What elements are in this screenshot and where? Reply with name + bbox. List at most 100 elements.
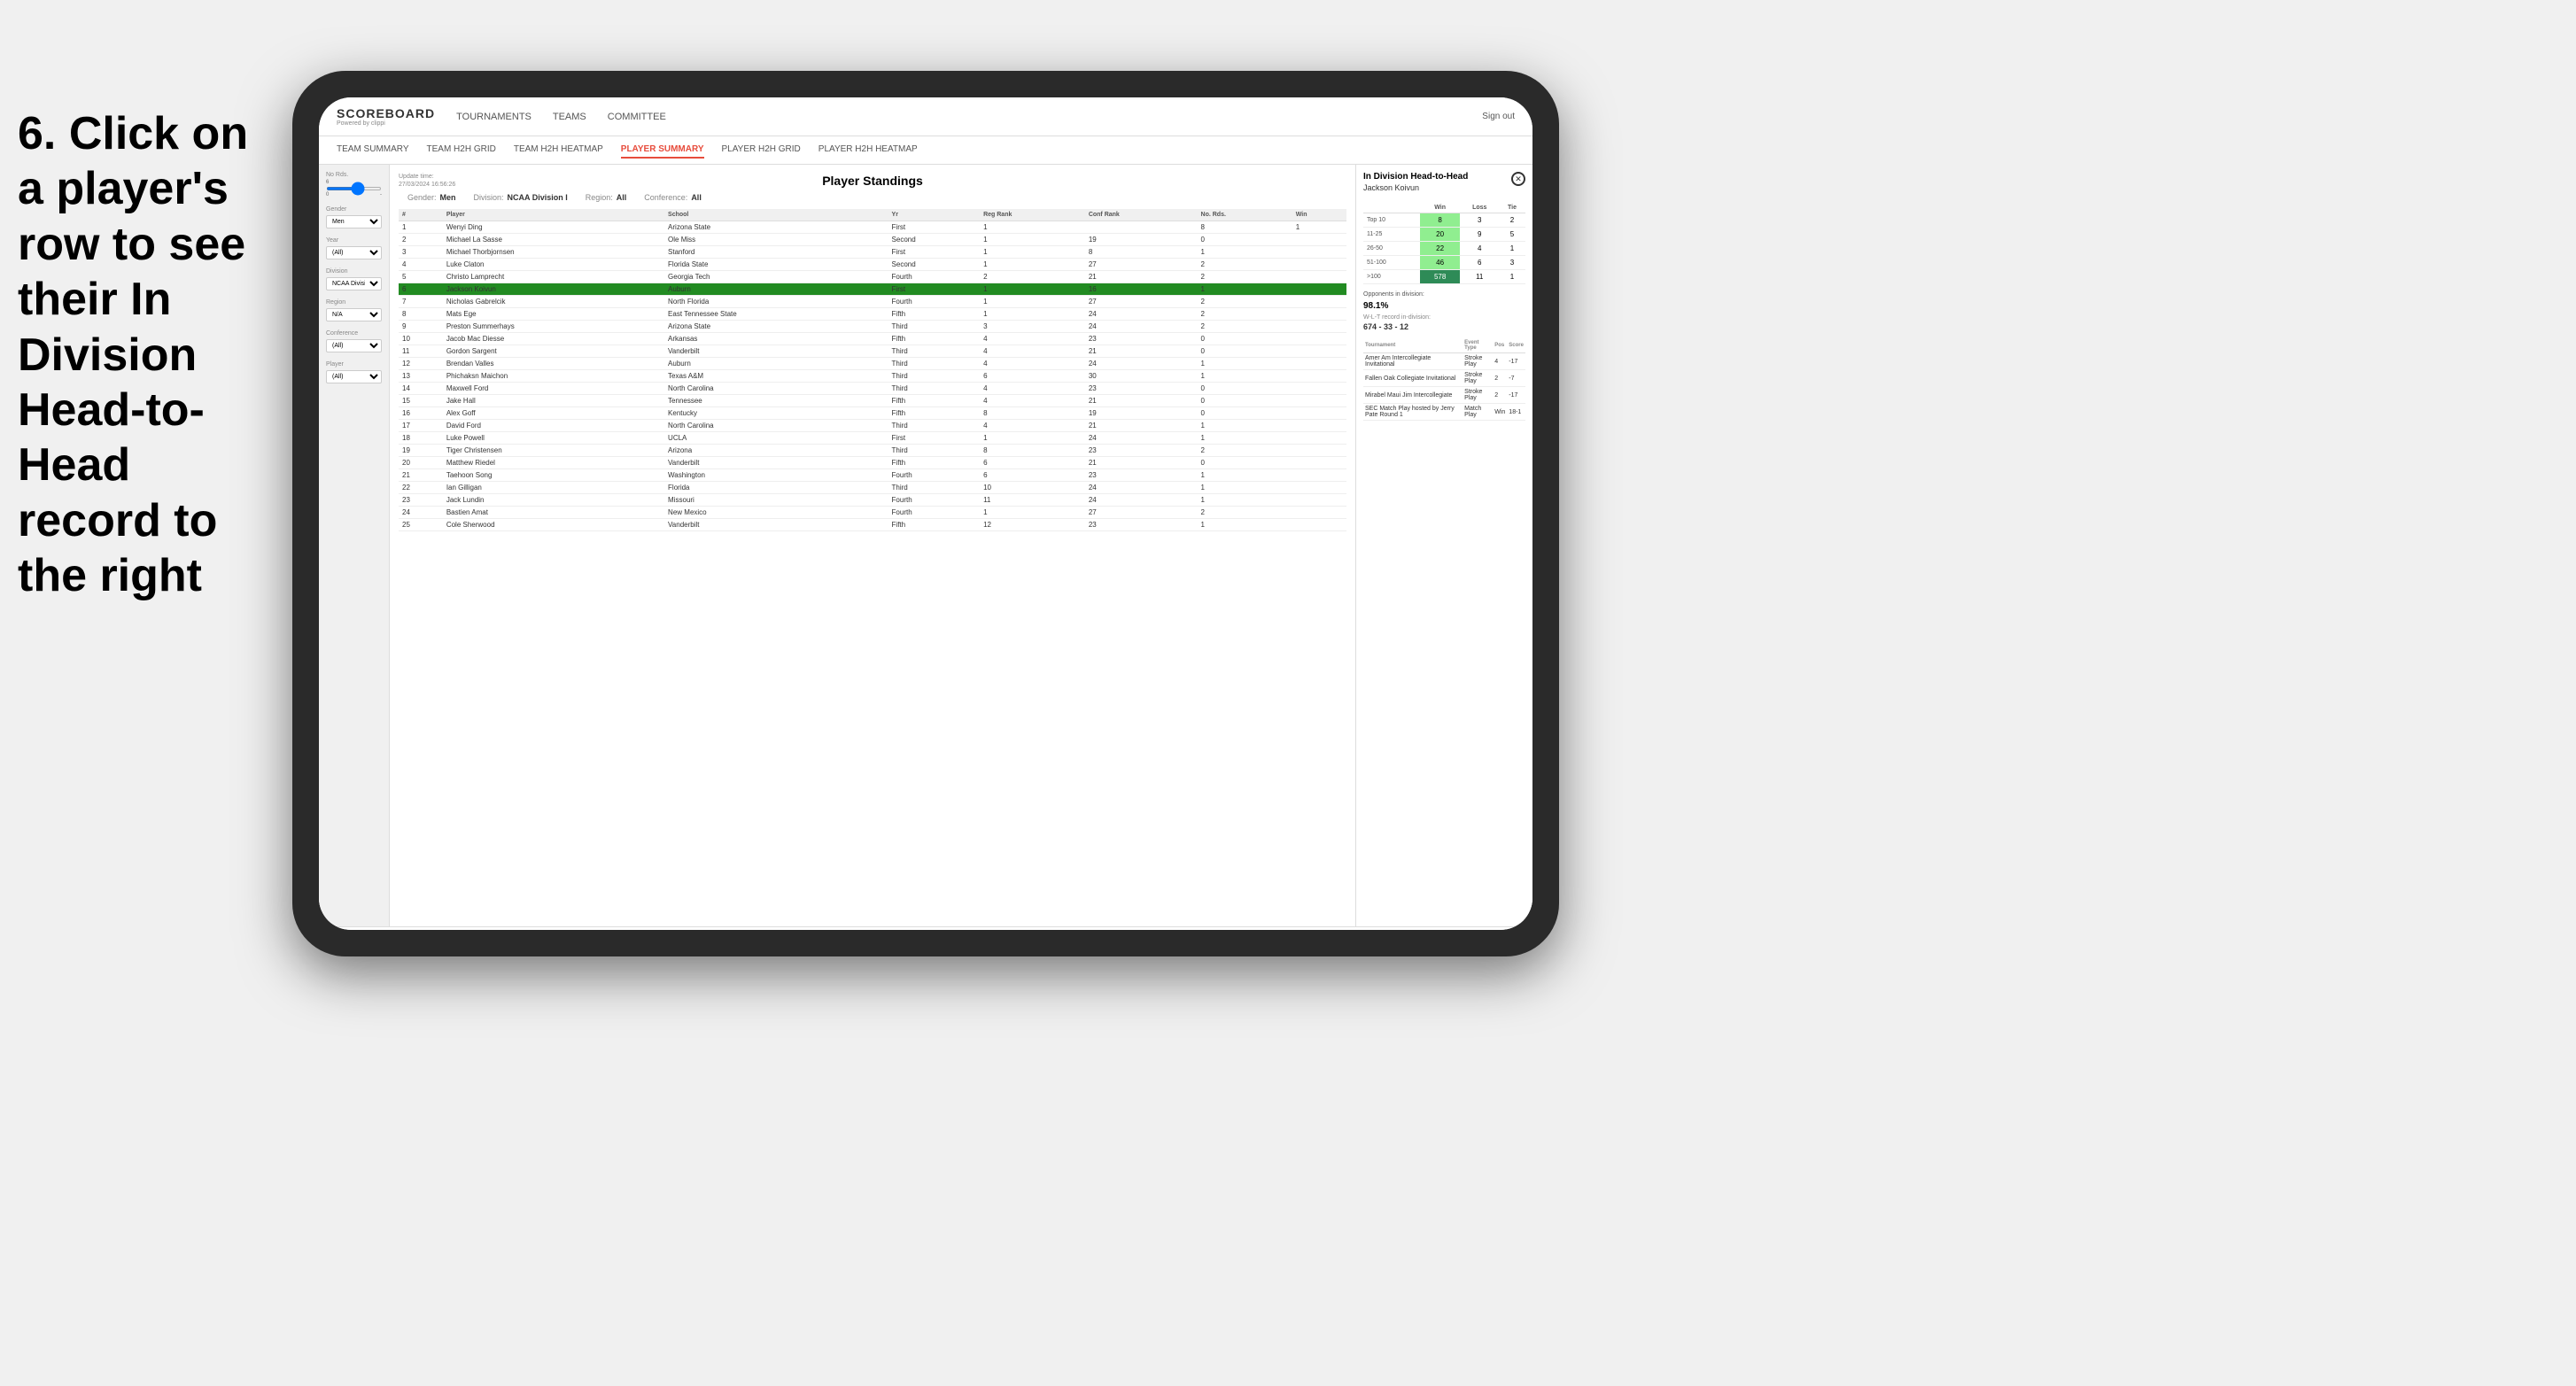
table-row[interactable]: 22 Ian Gilligan Florida Third 10 24 1 (399, 482, 1346, 494)
player-select[interactable]: (All) (326, 370, 382, 383)
gender-select[interactable]: Men (326, 215, 382, 228)
tablet-screen: SCOREBOARD Powered by clippi TOURNAMENTS… (319, 97, 1532, 930)
division-select[interactable]: NCAA Division I (326, 277, 382, 290)
table-row[interactable]: 14 Maxwell Ford North Carolina Third 4 2… (399, 383, 1346, 395)
cell-school: Florida (664, 482, 888, 494)
table-row[interactable]: 6 Jackson Koivun Auburn First 1 16 1 (399, 283, 1346, 296)
cell-win (1292, 358, 1346, 370)
cell-win (1292, 407, 1346, 420)
table-row[interactable]: 13 Phichaksn Maichon Texas A&M Third 6 3… (399, 370, 1346, 383)
table-row[interactable]: 24 Bastien Amat New Mexico Fourth 1 27 2 (399, 507, 1346, 519)
cell-win (1292, 296, 1346, 308)
tab-player-h2h-grid[interactable]: PLAYER H2H GRID (722, 142, 801, 159)
nav-tournaments[interactable]: TOURNAMENTS (456, 108, 531, 126)
cell-num: 9 (399, 321, 443, 333)
cell-reg: 6 (980, 370, 1085, 383)
wlt-value: 674 - 33 - 12 (1363, 322, 1525, 331)
table-row[interactable]: 21 Taehoon Song Washington Fourth 6 23 1 (399, 469, 1346, 482)
table-row[interactable]: 17 David Ford North Carolina Third 4 21 … (399, 420, 1346, 432)
table-row[interactable]: 20 Matthew Riedel Vanderbilt Fifth 6 21 … (399, 457, 1346, 469)
tab-player-summary[interactable]: PLAYER SUMMARY (621, 142, 704, 159)
table-row[interactable]: 1 Wenyi Ding Arizona State First 1 8 1 (399, 221, 1346, 234)
cell-num: 5 (399, 271, 443, 283)
main-content: No Rds. 6 0- Gender Men Year (319, 165, 1532, 926)
cell-rds: 0 (1198, 333, 1292, 345)
cell-player: Christo Lamprecht (443, 271, 664, 283)
opponents-row: Opponents in division: (1363, 291, 1525, 298)
cell-win (1292, 482, 1346, 494)
h2h-col-tie: Tie (1499, 203, 1525, 213)
h2h-win-cell: 22 (1420, 242, 1461, 256)
cell-conf: 24 (1085, 358, 1198, 370)
cell-rds: 2 (1198, 321, 1292, 333)
tab-team-h2h-heatmap[interactable]: TEAM H2H HEATMAP (514, 142, 603, 159)
tab-team-summary[interactable]: TEAM SUMMARY (337, 142, 409, 159)
cell-win (1292, 507, 1346, 519)
cell-yr: Third (888, 420, 981, 432)
no-rds-slider[interactable]: 6 0- (326, 180, 382, 197)
region-select[interactable]: N/A (326, 308, 382, 321)
table-row[interactable]: 7 Nicholas Gabrelcik North Florida Fourt… (399, 296, 1346, 308)
table-row[interactable]: 18 Luke Powell UCLA First 1 24 1 (399, 432, 1346, 445)
cell-yr: Third (888, 383, 981, 395)
h2h-tie-cell: 2 (1499, 213, 1525, 228)
h2h-row-label: 11-25 (1363, 228, 1420, 242)
table-row[interactable]: 10 Jacob Mac Diesse Arkansas Fifth 4 23 … (399, 333, 1346, 345)
cell-num: 12 (399, 358, 443, 370)
conference-select[interactable]: (All) (326, 339, 382, 352)
year-select[interactable]: (All) (326, 246, 382, 259)
division-filter-group: Division NCAA Division I (326, 268, 382, 290)
cell-school: New Mexico (664, 507, 888, 519)
col-num: # (399, 209, 443, 221)
nav-committee[interactable]: COMMITTEE (608, 108, 666, 126)
table-row[interactable]: 11 Gordon Sargent Vanderbilt Third 4 21 … (399, 345, 1346, 358)
cell-conf: 27 (1085, 296, 1198, 308)
tab-player-h2h-heatmap[interactable]: PLAYER H2H HEATMAP (819, 142, 918, 159)
table-row[interactable]: 25 Cole Sherwood Vanderbilt Fifth 12 23 … (399, 519, 1346, 531)
table-row[interactable]: 19 Tiger Christensen Arizona Third 8 23 … (399, 445, 1346, 457)
h2h-row-label: Top 10 (1363, 213, 1420, 228)
tourn-score: -7 (1507, 370, 1525, 387)
table-row[interactable]: 2 Michael La Sasse Ole Miss Second 1 19 … (399, 234, 1346, 246)
gender-filter-label: Gender (326, 206, 382, 213)
cell-player: Nicholas Gabrelcik (443, 296, 664, 308)
table-row[interactable]: 3 Michael Thorbjornsen Stanford First 1 … (399, 246, 1346, 259)
cell-num: 15 (399, 395, 443, 407)
tournament-row: Fallen Oak Collegiate Invitational Strok… (1363, 370, 1525, 387)
cell-rds: 2 (1198, 507, 1292, 519)
cell-school: Arizona (664, 445, 888, 457)
tourn-score: 18-1 (1507, 404, 1525, 421)
cell-win (1292, 259, 1346, 271)
col-yr: Yr (888, 209, 981, 221)
tab-team-h2h-grid[interactable]: TEAM H2H GRID (427, 142, 496, 159)
cell-player: Ian Gilligan (443, 482, 664, 494)
cell-reg: 4 (980, 395, 1085, 407)
table-row[interactable]: 4 Luke Claton Florida State Second 1 27 … (399, 259, 1346, 271)
cell-conf (1085, 221, 1198, 234)
tourn-type: Stroke Play (1463, 353, 1493, 370)
table-row[interactable]: 9 Preston Summerhays Arizona State Third… (399, 321, 1346, 333)
table-row[interactable]: 16 Alex Goff Kentucky Fifth 8 19 0 (399, 407, 1346, 420)
nav-teams[interactable]: TEAMS (553, 108, 586, 126)
col-no-rds: No. Rds. (1198, 209, 1292, 221)
table-row[interactable]: 5 Christo Lamprecht Georgia Tech Fourth … (399, 271, 1346, 283)
cell-num: 2 (399, 234, 443, 246)
cell-rds: 2 (1198, 259, 1292, 271)
table-row[interactable]: 15 Jake Hall Tennessee Fifth 4 21 0 (399, 395, 1346, 407)
sign-out-link[interactable]: Sign out (1482, 112, 1515, 121)
year-filter-group: Year (All) (326, 237, 382, 259)
table-row[interactable]: 8 Mats Ege East Tennessee State Fifth 1 … (399, 308, 1346, 321)
wlt-label: W-L-T record in-division: (1363, 314, 1525, 321)
cell-rds: 1 (1198, 494, 1292, 507)
cell-yr: Third (888, 321, 981, 333)
cell-school: Vanderbilt (664, 345, 888, 358)
cell-win (1292, 283, 1346, 296)
cell-yr: Fourth (888, 296, 981, 308)
table-row[interactable]: 12 Brendan Valles Auburn Third 4 24 1 (399, 358, 1346, 370)
tourn-pos: 4 (1493, 353, 1507, 370)
cell-player: Luke Powell (443, 432, 664, 445)
cell-conf: 23 (1085, 383, 1198, 395)
table-row[interactable]: 23 Jack Lundin Missouri Fourth 11 24 1 (399, 494, 1346, 507)
cell-win (1292, 370, 1346, 383)
h2h-close-button[interactable]: ✕ (1511, 172, 1525, 186)
